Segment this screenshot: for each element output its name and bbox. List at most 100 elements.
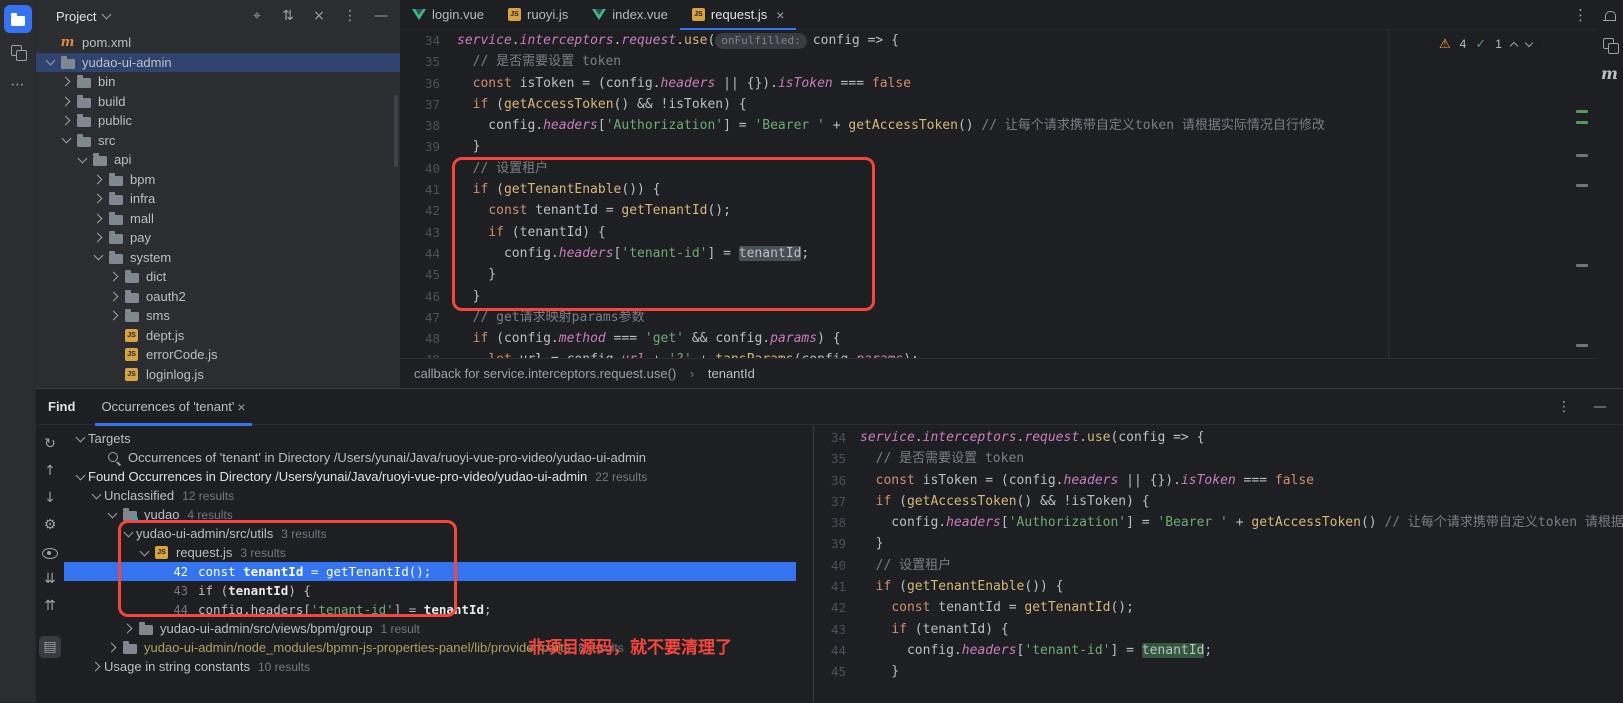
occurrence-row[interactable]: 43if (tenantId) { [64,581,796,600]
project-tree-item[interactable]: oauth2 [36,287,400,307]
kebab-icon[interactable]: ⋮ [1555,398,1573,416]
chevron-down-icon[interactable] [123,527,133,537]
breadcrumb-item[interactable]: callback for service.interceptors.reques… [414,366,676,381]
kebab-icon[interactable]: ⋮ [341,7,359,25]
tree-item-label: Usage in string constants [104,659,250,674]
chevron-right-icon[interactable] [92,213,102,223]
find-results-tab[interactable]: Occurrences of 'tenant' × [95,389,251,425]
preview-icon[interactable] [39,541,61,563]
line-number: 34 [400,30,440,51]
project-folder-icon[interactable] [4,5,32,33]
occurrence-row[interactable]: 42const tenantId = getTenantId(); [64,562,796,581]
find-tree-row[interactable]: Unclassified12 results [64,486,796,505]
structure-icon[interactable] [4,38,32,66]
chevron-down-icon[interactable] [93,251,103,261]
project-tree-item[interactable]: yudao-ui-admin [36,53,400,73]
project-tree-item[interactable]: system [36,248,400,268]
code-line: 37 if (getAccessToken() && !isToken) { [400,94,1596,115]
project-tree-item[interactable]: src [36,131,400,151]
settings-icon[interactable]: ⚙ [39,514,61,536]
project-tree-item[interactable]: mpom.xml [36,33,400,53]
chevron-right-icon[interactable] [108,272,118,282]
chevron-down-icon[interactable] [139,546,149,556]
chevron-down-icon[interactable] [45,56,55,66]
find-tree-row[interactable]: Occurrences of 'tenant' in Directory /Us… [64,448,796,467]
tab-label: request.js [711,7,767,22]
chevron-down-icon[interactable] [75,470,85,480]
editor-tab[interactable]: JSruoyi.js [496,0,580,29]
project-tree-item[interactable]: public [36,111,400,131]
project-tree-item[interactable]: bpm [36,170,400,190]
refresh-icon[interactable]: ↻ [39,433,61,455]
twirl [120,526,136,542]
prev-problem-icon[interactable] [1510,42,1518,50]
chevron-right-icon[interactable] [122,624,132,634]
find-preview-pane[interactable]: 34service.interceptors.request.use(confi… [813,425,1623,703]
find-tree-row[interactable]: Usage in string constants10 results [64,657,796,676]
report-icon[interactable]: ▤ [39,636,61,658]
editor-tab[interactable]: index.vue [580,0,680,29]
twirl [106,366,122,382]
inspections-widget[interactable]: ⚠4 ✓1 [1430,34,1541,54]
chevron-down-icon[interactable] [77,153,87,163]
chevron-down-icon[interactable] [75,432,85,442]
collapse-all-x-icon[interactable]: × [310,7,328,25]
code-editor-lines: 34service.interceptors.request.use(onFul… [400,30,1596,358]
close-icon[interactable]: × [237,400,245,414]
maven-icon[interactable]: m [1599,62,1621,84]
find-tree-row[interactable]: yudao4 results [64,505,796,524]
locate-icon[interactable]: ⌖ [248,7,266,25]
project-tree-item[interactable]: build [36,92,400,112]
project-tree-item[interactable]: JSerrorCode.js [36,345,400,365]
chevron-right-icon[interactable] [60,77,70,87]
more-icon[interactable]: ⋯ [4,71,32,99]
chevron-right-icon[interactable] [60,116,70,126]
chevron-down-icon[interactable] [61,134,71,144]
collapse-all-icon[interactable]: ⇈ [39,595,61,617]
code-editor[interactable]: 34service.interceptors.request.use(onFul… [400,30,1596,358]
occurrence-row[interactable]: 44config.headers['tenant-id'] = tenantId… [64,600,796,619]
code-line: 41 if (getTenantEnable()) { [814,576,1623,597]
chevron-down-icon[interactable] [91,489,101,499]
swap-icon[interactable]: ⇅ [279,7,297,25]
kebab-icon[interactable]: ⋮ [1573,6,1588,24]
hide-icon[interactable]: — [372,7,390,25]
project-tree-item[interactable]: dict [36,267,400,287]
project-tree-item[interactable]: pay [36,228,400,248]
chevron-down-icon[interactable] [102,10,112,20]
project-tree-item[interactable]: JSdept.js [36,326,400,346]
scrollbar-thumb[interactable] [394,95,398,167]
hide-icon[interactable]: — [1591,398,1609,416]
next-occurrence-icon[interactable]: ↓ [39,487,61,509]
project-tree-item[interactable]: api [36,150,400,170]
project-tree-item[interactable]: infra [36,189,400,209]
project-tree-item[interactable]: bin [36,72,400,92]
expand-all-icon[interactable]: ⇊ [39,568,61,590]
project-tree-item[interactable]: JSloginlog.js [36,365,400,385]
next-problem-icon[interactable] [1525,39,1533,47]
breadcrumb-item[interactable]: tenantId [708,366,755,381]
find-tree-row[interactable]: JSrequest.js3 results [64,543,796,562]
find-tree-row[interactable]: yudao-ui-admin/src/utils3 results [64,524,796,543]
project-tree-item[interactable]: mall [36,209,400,229]
line-number: 42 [814,597,846,618]
editor-tab[interactable]: login.vue [400,0,496,29]
chevron-right-icon[interactable] [60,96,70,106]
chevron-down-icon[interactable] [107,508,117,518]
project-tree-item[interactable]: sms [36,306,400,326]
chevron-right-icon[interactable] [92,233,102,243]
layers-icon[interactable] [1599,34,1621,56]
chevron-right-icon[interactable] [92,194,102,204]
chevron-right-icon[interactable] [108,311,118,321]
close-icon[interactable]: × [776,8,784,22]
prev-occurrence-icon[interactable]: ↑ [39,460,61,482]
find-tree-row[interactable]: Found Occurrences in Directory /Users/yu… [64,467,796,486]
chevron-right-icon[interactable] [108,291,118,301]
chevron-right-icon[interactable] [90,662,100,672]
panel-title: Find [48,399,75,414]
chevron-right-icon[interactable] [92,174,102,184]
editor-tab[interactable]: JSrequest.js× [680,0,797,29]
chevron-right-icon[interactable] [106,643,116,653]
notifications-icon[interactable] [1599,6,1621,28]
find-tree-row[interactable]: Targets [64,429,796,448]
